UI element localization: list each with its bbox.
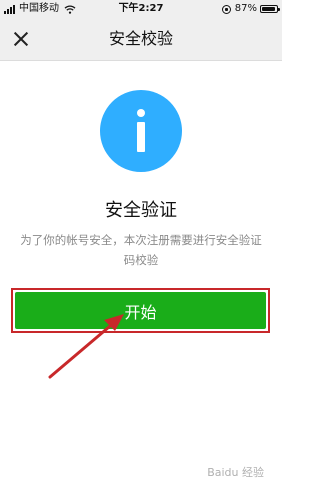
info-icon-dot: [137, 109, 145, 117]
info-icon: [100, 90, 182, 172]
page-title: 安全校验: [108, 29, 173, 48]
verification-heading: 安全验证: [105, 200, 177, 221]
battery-percent: 87%: [234, 3, 257, 14]
start-button[interactable]: 开始: [15, 292, 266, 329]
info-icon-bar: [137, 122, 145, 152]
verification-description: 为了你的帐号安全，本次注册需要进行安全验证码校验: [20, 233, 262, 267]
watermark: Baidu 经验: [207, 466, 264, 479]
status-right: 87%: [221, 3, 280, 15]
status-bar: 中国移动 下午2:27 87%: [0, 0, 282, 18]
start-button-highlight: 开始: [11, 288, 270, 333]
nav-bar: 安全校验: [0, 18, 282, 61]
rotation-lock-icon: [221, 4, 231, 14]
battery-icon: [260, 5, 280, 13]
